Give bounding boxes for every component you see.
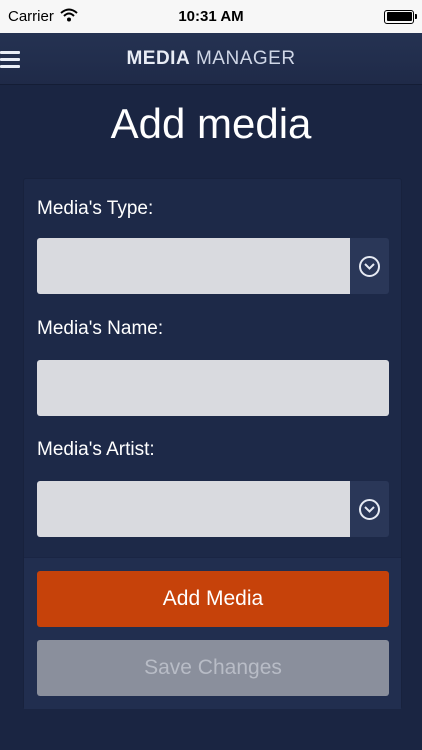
media-name-label: Media's Name:	[37, 318, 164, 339]
chevron-down-icon	[359, 498, 380, 520]
battery-icon	[384, 9, 417, 24]
media-type-select[interactable]	[37, 238, 389, 294]
add-media-button[interactable]: Add Media	[37, 571, 389, 627]
carrier-label: Carrier	[8, 8, 54, 25]
add-media-form: Media's Type: Media's Name: Media's Arti…	[23, 178, 402, 709]
page-title: Add media	[110, 100, 312, 147]
status-left: Carrier	[8, 8, 78, 26]
hamburger-menu-icon[interactable]	[0, 46, 26, 72]
app-title-light: MANAGER	[195, 47, 296, 69]
chevron-down-icon	[359, 255, 380, 277]
media-artist-field[interactable]	[37, 481, 350, 537]
media-type-field[interactable]	[37, 238, 350, 294]
media-type-dropdown-button[interactable]	[350, 238, 389, 294]
media-artist-select[interactable]	[37, 481, 389, 537]
status-bar: Carrier 10:31 AM	[0, 0, 422, 33]
media-artist-dropdown-button[interactable]	[350, 481, 389, 537]
battery-fill	[386, 12, 412, 21]
media-name-field[interactable]	[37, 360, 389, 416]
save-changes-button[interactable]: Save Changes	[37, 640, 389, 696]
app-title-bold: MEDIA	[126, 47, 191, 69]
status-right	[384, 9, 417, 24]
media-artist-label: Media's Artist:	[37, 439, 155, 460]
nav-bar: MEDIA MANAGER	[0, 33, 422, 85]
app-title: MEDIA MANAGER	[126, 48, 295, 70]
media-type-label: Media's Type:	[37, 198, 154, 219]
wifi-icon	[60, 8, 78, 26]
